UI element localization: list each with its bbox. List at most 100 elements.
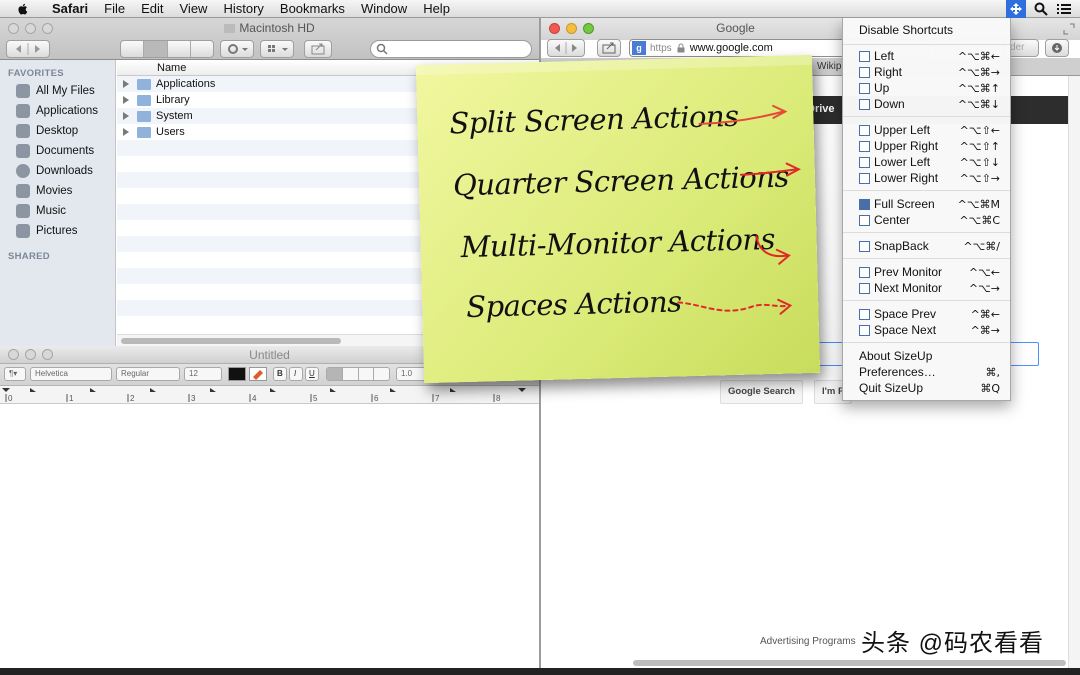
menu-item-upper-left[interactable]: Upper Left ^⌥⇧← [843, 122, 1010, 138]
share-button[interactable] [597, 39, 621, 57]
menubar-extras [1006, 0, 1072, 18]
apple-icon[interactable] [14, 2, 32, 16]
url-text: www.google.com [689, 42, 773, 54]
google-search-button[interactable]: Google Search [720, 380, 804, 404]
menu-separator [843, 258, 1010, 259]
menu-help[interactable]: Help [415, 0, 458, 18]
align-left-icon[interactable] [327, 368, 343, 380]
share-button[interactable] [304, 40, 332, 58]
disclosure-triangle-icon[interactable] [123, 128, 129, 136]
menu-item-up[interactable]: Up ^⌥⌘↑ [843, 80, 1010, 96]
disclosure-triangle-icon[interactable] [123, 80, 129, 88]
menu-item-space-prev[interactable]: Space Prev ^⌘← [843, 306, 1010, 322]
arrow-split [698, 110, 785, 125]
sidebar-item-music[interactable]: Music [0, 201, 115, 221]
sizeup-menu-icon[interactable] [1006, 0, 1026, 18]
sidebar-item-downloads[interactable]: Downloads [0, 161, 115, 181]
disclosure-triangle-icon[interactable] [123, 96, 129, 104]
safari-vertical-scrollbar[interactable] [1068, 76, 1080, 668]
menu-item-right[interactable]: Right ^⌥⌘→ [843, 64, 1010, 80]
action-gear-button[interactable] [220, 40, 254, 58]
underline-button[interactable]: U [305, 367, 319, 381]
coverflow-view-icon[interactable] [191, 41, 213, 57]
menu-item-disable-shortcuts[interactable]: Disable Shortcuts [843, 22, 1010, 38]
align-right-icon[interactable] [374, 368, 389, 380]
menu-item-upper-right[interactable]: Upper Right ^⌥⇧↑ [843, 138, 1010, 154]
menu-item-lower-right[interactable]: Lower Right ^⌥⇧→ [843, 170, 1010, 186]
sidebar-item-applications[interactable]: Applications [0, 101, 115, 121]
split-left-icon [859, 51, 870, 62]
ruler-number: 0 [8, 394, 13, 403]
list-view-icon[interactable] [144, 41, 168, 57]
menu-safari[interactable]: Safari [44, 0, 96, 18]
menu-item-shortcut: ^⌥⌘/ [963, 239, 1000, 253]
menu-item-full-screen[interactable]: Full Screen ^⌥⌘M [843, 196, 1010, 212]
menu-item-quit-sizeup[interactable]: Quit SizeUp ⌘Q [843, 380, 1010, 396]
back-forward-buttons[interactable] [6, 40, 50, 58]
menu-history[interactable]: History [215, 0, 271, 18]
highlight-color-well[interactable] [249, 367, 267, 381]
menu-separator [843, 300, 1010, 301]
file-name: Applications [156, 78, 216, 90]
arrange-button[interactable] [260, 40, 294, 58]
font-family-select[interactable]: Helvetica [30, 367, 112, 381]
safari-horizontal-scrollbar[interactable] [633, 660, 1066, 666]
split-up-icon [859, 83, 870, 94]
menu-item-down[interactable]: Down ^⌥⌘↓ [843, 96, 1010, 112]
full-screen-icon [859, 199, 870, 210]
menu-item-space-next[interactable]: Space Next ^⌘→ [843, 322, 1010, 338]
alignment-buttons[interactable] [326, 367, 390, 381]
notification-list-icon[interactable] [1056, 2, 1072, 16]
column-view-icon[interactable] [168, 41, 191, 57]
ruler-number: 6 [374, 394, 379, 403]
spotlight-search-icon[interactable] [1034, 2, 1048, 16]
sidebar-item-label: All My Files [36, 85, 95, 97]
sidebar-item-pictures[interactable]: Pictures [0, 221, 115, 241]
textedit-window: Untitled ¶▾ Helvetica Regular 12 B I U 1… [0, 346, 540, 675]
view-mode-selector[interactable] [120, 40, 214, 58]
font-style-select[interactable]: Regular [116, 367, 180, 381]
menu-item-snapback[interactable]: SnapBack ^⌥⌘/ [843, 238, 1010, 254]
menu-item-center[interactable]: Center ^⌥⌘C [843, 212, 1010, 228]
icon-view-icon[interactable] [121, 41, 145, 57]
menu-file[interactable]: File [96, 0, 133, 18]
ruler-number: 2 [130, 394, 135, 403]
menu-item-left[interactable]: Left ^⌥⌘← [843, 48, 1010, 64]
menu-item-about-sizeup[interactable]: About SizeUp [843, 348, 1010, 364]
footer-advertising-link[interactable]: Advertising Programs [760, 636, 856, 647]
movies-icon [16, 184, 30, 198]
menu-bookmarks[interactable]: Bookmarks [272, 0, 353, 18]
bookmark-wikipedia[interactable]: Wikip [817, 61, 841, 72]
menu-view[interactable]: View [172, 0, 216, 18]
sidebar-item-documents[interactable]: Documents [0, 141, 115, 161]
font-size-select[interactable]: 12 [184, 367, 222, 381]
paragraph-style-select[interactable]: ¶▾ [4, 367, 26, 381]
ruler[interactable]: 0 1 2 3 4 5 6 7 8 [0, 386, 539, 404]
menu-item-next-monitor[interactable]: Next Monitor ^⌥→ [843, 280, 1010, 296]
lock-icon [677, 43, 685, 53]
align-justify-icon[interactable] [359, 368, 375, 380]
sidebar-item-all-my-files[interactable]: All My Files [0, 81, 115, 101]
document-text-area[interactable] [0, 404, 539, 675]
finder-search-input[interactable] [370, 40, 532, 58]
menu-item-shortcut: ^⌥⇧↑ [959, 139, 1000, 153]
back-forward-buttons[interactable] [547, 39, 585, 57]
text-color-well[interactable] [228, 367, 246, 381]
menu-item-preferences[interactable]: Preferences… ⌘, [843, 364, 1010, 380]
fullscreen-icon[interactable] [1062, 22, 1076, 36]
italic-button[interactable]: I [289, 367, 303, 381]
applications-icon [16, 104, 30, 118]
sidebar-item-desktop[interactable]: Desktop [0, 121, 115, 141]
next-monitor-icon [859, 283, 870, 294]
sidebar-item-movies[interactable]: Movies [0, 181, 115, 201]
downloads-button[interactable] [1045, 39, 1069, 57]
menu-item-lower-left[interactable]: Lower Left ^⌥⇧↓ [843, 154, 1010, 170]
menu-item-label: Upper Left [874, 123, 931, 137]
bold-button[interactable]: B [273, 367, 287, 381]
menu-item-prev-monitor[interactable]: Prev Monitor ^⌥← [843, 264, 1010, 280]
menu-window[interactable]: Window [353, 0, 415, 18]
disclosure-triangle-icon[interactable] [123, 112, 129, 120]
align-center-icon[interactable] [343, 368, 359, 380]
menu-edit[interactable]: Edit [133, 0, 171, 18]
scroll-thumb[interactable] [121, 338, 341, 344]
